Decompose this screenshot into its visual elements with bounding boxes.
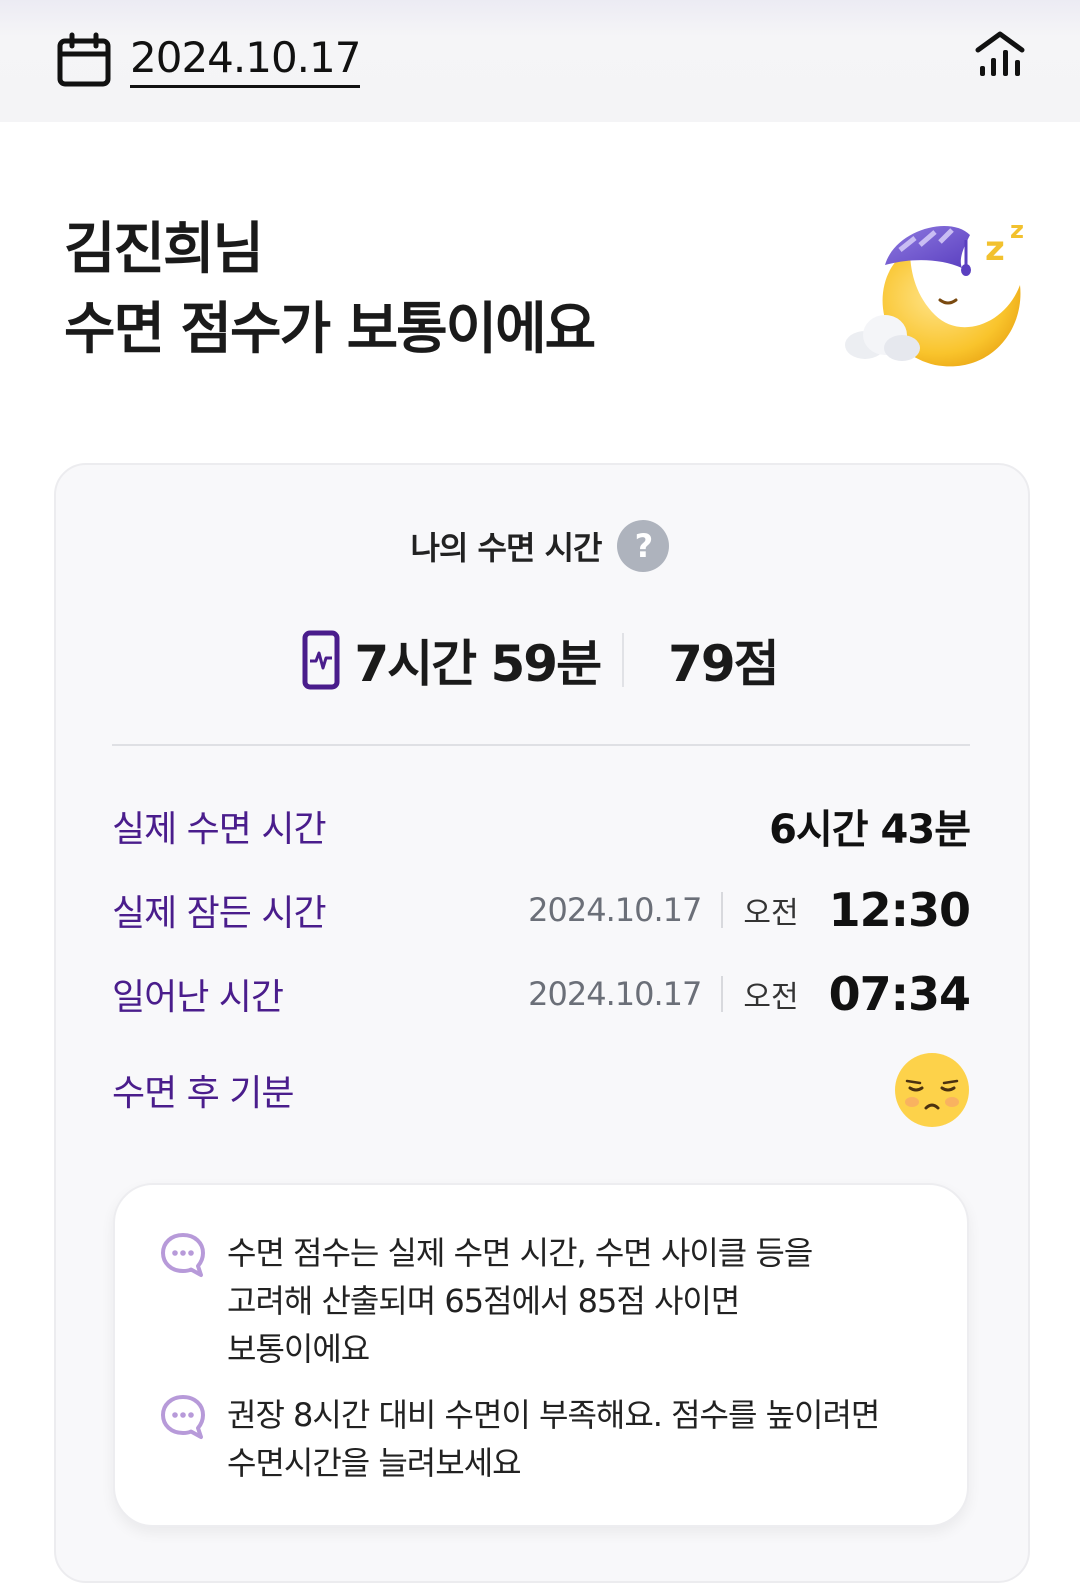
sleep-score: 79점 — [668, 635, 780, 693]
woke-up-date: 2024.10.17 — [528, 975, 702, 1013]
sleep-score-message: 수면 점수가 보통이에요 — [64, 297, 596, 362]
sleeping-moon-illustration: z z — [845, 216, 1024, 367]
actual-sleep-value: 6시간 43분 — [769, 807, 971, 853]
score-info-box: 수면 점수는 실제 수면 시간, 수면 사이클 등을 고려해 산출되며 65점에… — [113, 1183, 969, 1527]
bar-chart-icon[interactable] — [974, 28, 1026, 80]
summary-divider — [622, 633, 625, 687]
chat-bubble-icon — [161, 1233, 205, 1277]
sleep-summary: 7시간 59분 79점 — [0, 620, 1080, 700]
svg-text:z: z — [1010, 216, 1024, 244]
info-note-text: 수면 점수는 실제 수면 시간, 수면 사이클 등을 고려해 산출되며 65점에… — [227, 1234, 813, 1368]
fell-asleep-time: 12:30 — [828, 883, 971, 937]
fell-asleep-date: 2024.10.17 — [528, 891, 702, 929]
woke-up-row: 일어난 시간 2024.10.17 오전 07:34 — [112, 964, 971, 1024]
top-bar: 2024.10.17 — [0, 0, 1080, 122]
svg-text:z: z — [985, 229, 1005, 269]
fell-asleep-ampm: 오전 — [743, 896, 799, 931]
info-note-text: 권장 8시간 대비 수면이 부족해요. 점수를 높이려면 수면시간을 늘려보세요 — [227, 1396, 880, 1482]
fell-asleep-row: 실제 잠든 시간 2024.10.17 오전 12:30 — [112, 880, 971, 940]
row-divider — [721, 976, 724, 1012]
row-label: 실제 수면 시간 — [112, 809, 327, 850]
info-note: 권장 8시간 대비 수면이 부족해요. 점수를 높이려면 수면시간을 늘려보세요 — [159, 1391, 927, 1487]
phone-heartbeat-icon — [302, 630, 340, 690]
sleep-headline: 김진희님 수면 점수가 보통이에요 — [64, 210, 596, 370]
card-title-text: 나의 수면 시간 — [410, 529, 603, 567]
sleepy-face-icon[interactable] — [894, 1052, 970, 1128]
actual-sleep-row: 실제 수면 시간 6시간 43분 — [112, 796, 971, 856]
woke-up-ampm: 오전 — [743, 980, 799, 1015]
mood-row: 수면 후 기분 — [112, 1052, 970, 1128]
row-label: 수면 후 기분 — [112, 1073, 295, 1114]
row-label: 일어난 시간 — [112, 977, 284, 1018]
calendar-icon — [57, 32, 111, 87]
total-sleep-duration: 7시간 59분 — [354, 635, 602, 693]
card-divider — [112, 744, 970, 746]
selected-date[interactable]: 2024.10.17 — [130, 33, 361, 88]
user-name: 김진희님 — [64, 217, 264, 282]
chat-bubble-icon — [161, 1395, 205, 1439]
woke-up-time: 07:34 — [828, 967, 971, 1021]
card-title: 나의 수면 시간 ? — [0, 520, 1080, 572]
help-icon[interactable]: ? — [617, 520, 670, 572]
row-divider — [721, 892, 724, 928]
row-label: 실제 잠든 시간 — [112, 893, 327, 934]
info-note: 수면 점수는 실제 수면 시간, 수면 사이클 등을 고려해 산출되며 65점에… — [159, 1229, 927, 1373]
date-selector[interactable]: 2024.10.17 — [56, 28, 361, 92]
